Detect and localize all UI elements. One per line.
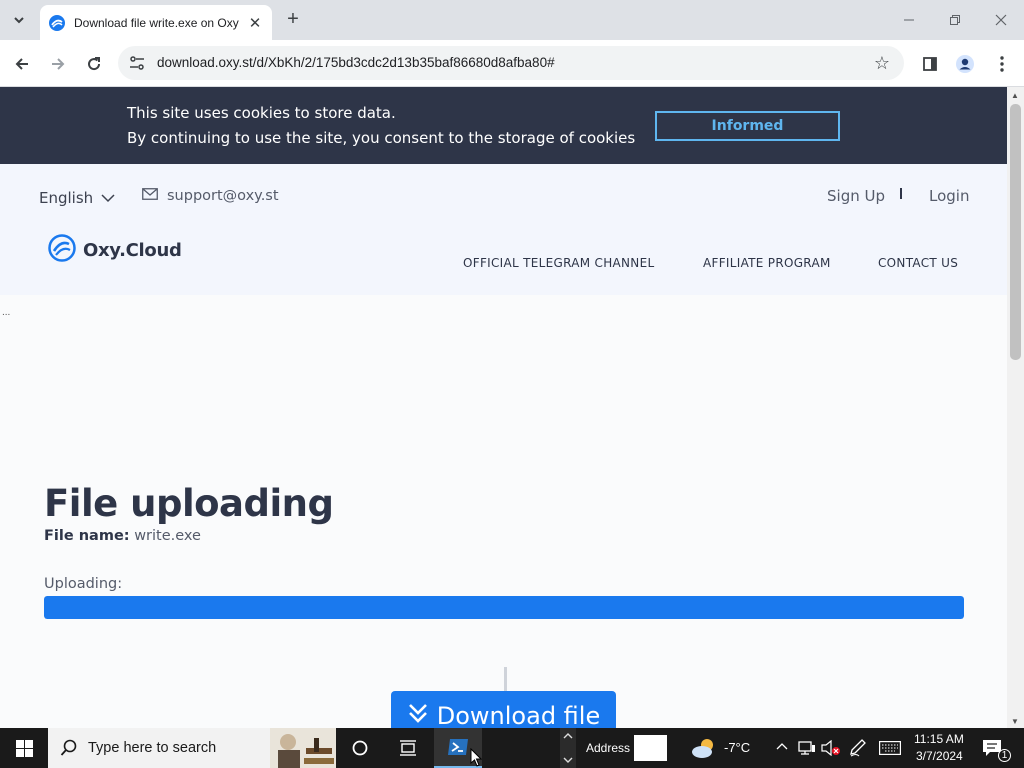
support-email-link[interactable]: support@oxy.st [142, 188, 279, 204]
forward-icon[interactable] [44, 50, 72, 78]
language-selector[interactable]: English [39, 189, 115, 207]
pen-icon[interactable] [850, 739, 866, 762]
menu-icon[interactable] [990, 52, 1014, 76]
tab-close-icon[interactable]: ✕ [246, 14, 264, 32]
nav-telegram-channel[interactable]: OFFICIAL TELEGRAM CHANNEL [463, 256, 654, 270]
language-label: English [39, 189, 94, 207]
divider-line [504, 667, 507, 691]
active-tab[interactable]: Download file write.exe on Oxy ✕ [40, 5, 272, 40]
weather-temperature[interactable]: -7°C [724, 740, 750, 755]
scroll-thumb[interactable] [1010, 104, 1021, 360]
tab-title: Download file write.exe on Oxy [74, 15, 239, 30]
file-name-label: File name: [44, 528, 130, 544]
address-toolbar-label: Address [586, 741, 631, 755]
profile-icon[interactable] [953, 52, 977, 76]
reload-icon[interactable] [80, 50, 108, 78]
mouse-cursor-icon [470, 747, 483, 768]
sign-up-link[interactable]: Sign Up [827, 187, 885, 205]
double-chevron-down-icon [407, 702, 429, 728]
logo-text: Oxy.Cloud [83, 240, 182, 261]
back-icon[interactable] [8, 50, 36, 78]
nav-affiliate-program[interactable]: AFFILIATE PROGRAM [703, 256, 831, 270]
page-scrollbar[interactable]: ▲ ▼ [1007, 87, 1024, 728]
minimize-icon[interactable] [897, 8, 921, 32]
uploading-label: Uploading: [44, 576, 123, 592]
oxy-logo-icon [48, 234, 76, 267]
star-icon[interactable]: ☆ [874, 53, 890, 74]
notification-count: 1 [998, 749, 1011, 762]
search-highlight-image-icon [270, 728, 336, 768]
support-email-text: support@oxy.st [167, 188, 279, 204]
site-info-icon[interactable] [128, 54, 146, 72]
page-viewport: This site uses cookies to store data. By… [0, 87, 1007, 728]
clock-date[interactable]: 3/7/2024 [916, 749, 963, 763]
address-toolbar-input[interactable] [634, 735, 667, 761]
cookie-banner: This site uses cookies to store data. By… [0, 87, 1007, 164]
browser-toolbar: download.oxy.st/d/XbKh/2/175bd3cdc2d13b3… [0, 40, 1024, 87]
site-header: English support@oxy.st Sign Up Login Oxy… [0, 164, 1007, 295]
toolbar-scroll-arrows[interactable] [560, 728, 576, 768]
login-link[interactable]: Login [929, 187, 969, 205]
search-placeholder: Type here to search [88, 740, 217, 756]
cortana-icon[interactable] [336, 728, 384, 768]
address-bar[interactable]: download.oxy.st/d/XbKh/2/175bd3cdc2d13b3… [118, 46, 904, 80]
page-title: File uploading [44, 482, 334, 525]
browser-tab-strip: Download file write.exe on Oxy ✕ + [0, 0, 1024, 40]
keyboard-icon[interactable] [879, 741, 901, 760]
edge-ellipsis: ... [2, 307, 11, 318]
sidebar-icon[interactable] [918, 52, 942, 76]
windows-start-icon[interactable] [0, 728, 48, 768]
cookie-informed-button[interactable]: Informed [655, 111, 840, 141]
file-name-value: write.exe [134, 528, 201, 544]
search-icon [60, 739, 78, 762]
clock-time[interactable]: 11:15 AM [914, 732, 964, 746]
file-name-row: File name: write.exe [44, 528, 201, 544]
chevron-down-icon [101, 189, 115, 207]
new-tab-button[interactable]: + [282, 9, 304, 31]
header-separator [900, 188, 902, 199]
weather-icon[interactable] [690, 737, 718, 764]
scroll-down-icon[interactable]: ▼ [1011, 717, 1019, 726]
download-button-label: Download file [436, 702, 601, 728]
windows-taskbar: Type here to search Address -7°C 11:15 A… [0, 728, 1024, 768]
download-file-button[interactable]: Download file [391, 691, 616, 728]
volume-muted-icon[interactable] [821, 739, 841, 761]
upload-progress-fill [44, 596, 964, 619]
chevron-up-icon[interactable] [776, 740, 788, 758]
scroll-up-icon[interactable]: ▲ [1011, 91, 1019, 100]
nav-contact-us[interactable]: CONTACT US [878, 256, 958, 270]
close-icon[interactable] [989, 8, 1013, 32]
cookie-text-line1: This site uses cookies to store data. [127, 104, 396, 122]
tab-search-icon[interactable] [6, 7, 32, 33]
upload-progress-bar [44, 596, 964, 619]
task-view-icon[interactable] [384, 728, 432, 768]
network-icon[interactable] [798, 740, 816, 761]
site-logo[interactable]: Oxy.Cloud [48, 234, 182, 267]
oxy-favicon-icon [48, 14, 66, 32]
cookie-text-line2: By continuing to use the site, you conse… [127, 129, 636, 147]
restore-icon[interactable] [943, 8, 967, 32]
taskbar-search-box[interactable]: Type here to search [48, 728, 336, 768]
mail-icon [142, 188, 158, 204]
url-text[interactable]: download.oxy.st/d/XbKh/2/175bd3cdc2d13b3… [157, 55, 555, 70]
